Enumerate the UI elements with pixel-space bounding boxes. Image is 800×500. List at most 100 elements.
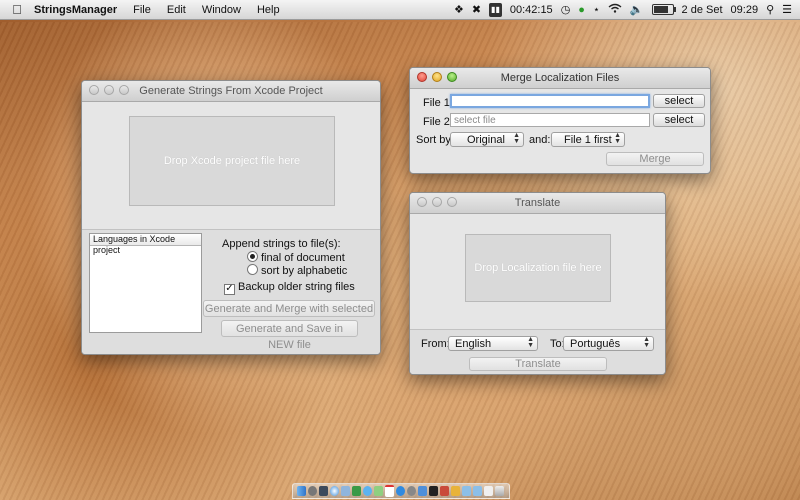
dropzone-label: Drop Xcode project file here bbox=[163, 155, 301, 167]
xcode-project-dropzone[interactable]: Drop Xcode project file here bbox=[129, 116, 335, 206]
generate-save-button[interactable]: Generate and Save in NEW file bbox=[221, 320, 358, 351]
from-language-popup[interactable]: English ▲ ▼ bbox=[448, 336, 538, 351]
menu-window[interactable]: Window bbox=[194, 4, 249, 16]
dropbox-icon[interactable]: ❖ bbox=[454, 3, 464, 17]
zoom-icon[interactable] bbox=[447, 72, 457, 82]
radio-final-document[interactable]: final of document bbox=[247, 251, 345, 264]
order-popup[interactable]: File 1 first ▲ ▼ bbox=[551, 132, 625, 147]
file2-field[interactable] bbox=[450, 113, 650, 127]
sort-by-value: Original bbox=[467, 134, 505, 146]
minimize-icon[interactable] bbox=[104, 85, 114, 95]
popup-arrows-icon: ▲ ▼ bbox=[513, 132, 520, 145]
radio-sort-alphabetic[interactable]: sort by alphabetic bbox=[247, 264, 347, 277]
localization-dropzone[interactable]: Drop Localization file here bbox=[465, 234, 611, 302]
sort-by-popup[interactable]: Original ▲ ▼ bbox=[450, 132, 524, 147]
app-icon[interactable] bbox=[451, 486, 460, 496]
generate-window-title: Generate Strings From Xcode Project bbox=[139, 85, 323, 97]
facetime-icon[interactable] bbox=[352, 486, 361, 496]
file2-input[interactable] bbox=[454, 114, 649, 127]
menu-help[interactable]: Help bbox=[249, 4, 288, 16]
green-status-icon[interactable]: ● bbox=[578, 3, 585, 17]
cpu-meter-icon[interactable]: ▮▮ bbox=[489, 2, 502, 17]
close-icon[interactable] bbox=[417, 72, 427, 82]
to-language-value: Português bbox=[570, 338, 621, 350]
mission-control-icon[interactable] bbox=[319, 486, 328, 496]
translate-window-title: Translate bbox=[514, 197, 561, 209]
select-file1-label: select bbox=[664, 95, 694, 107]
checkmark-icon[interactable]: ✓ bbox=[224, 284, 235, 295]
wifi-icon[interactable] bbox=[608, 3, 622, 17]
bluetooth-icon[interactable]: ⋆ bbox=[593, 3, 600, 17]
system-preferences-icon[interactable] bbox=[407, 486, 416, 496]
select-file2-button[interactable]: select bbox=[653, 113, 705, 127]
battery-icon[interactable] bbox=[651, 4, 676, 15]
generate-window-titlebar[interactable]: Generate Strings From Xcode Project bbox=[82, 81, 380, 102]
apple-logo-icon[interactable]:  bbox=[6, 2, 28, 17]
time-readout[interactable]: 09:29 bbox=[731, 3, 759, 17]
launchpad-icon[interactable] bbox=[308, 486, 317, 496]
status-area: ❖ ✖ ▮▮ 00:42:15 ◷ ● ⋆ 🔈 2 de Set 09:29 ⚲… bbox=[454, 2, 800, 17]
merge-button[interactable]: Merge bbox=[606, 152, 704, 166]
minimize-icon[interactable] bbox=[432, 72, 442, 82]
folder-icon[interactable] bbox=[462, 486, 471, 496]
spotlight-search-icon[interactable]: ⚲ bbox=[766, 3, 774, 17]
translate-window-titlebar[interactable]: Translate bbox=[410, 193, 665, 214]
backup-label: Backup older string files bbox=[238, 281, 355, 293]
languages-list-header[interactable]: Languages in Xcode project bbox=[90, 234, 201, 255]
zoom-icon[interactable] bbox=[447, 197, 457, 207]
window-controls bbox=[417, 72, 457, 82]
file1-label: File 1: bbox=[423, 97, 453, 109]
app-icon[interactable] bbox=[440, 486, 449, 496]
xcode-status-icon[interactable]: ✖ bbox=[472, 3, 481, 17]
generate-strings-window: Generate Strings From Xcode Project Drop… bbox=[81, 80, 381, 355]
calendar-icon[interactable] bbox=[385, 485, 394, 497]
mail-icon[interactable] bbox=[341, 486, 350, 496]
minimize-icon[interactable] bbox=[432, 197, 442, 207]
languages-list[interactable]: Languages in Xcode project bbox=[89, 233, 202, 333]
select-file2-label: select bbox=[664, 114, 694, 126]
to-language-popup[interactable]: Português ▲ ▼ bbox=[563, 336, 654, 351]
menu-file[interactable]: File bbox=[125, 4, 159, 16]
time-machine-icon[interactable]: ◷ bbox=[561, 3, 571, 17]
radio-final-label: final of document bbox=[261, 252, 345, 264]
popup-arrows-icon: ▲ ▼ bbox=[643, 336, 650, 349]
close-icon[interactable] bbox=[89, 85, 99, 95]
file1-input[interactable] bbox=[455, 96, 648, 109]
translate-button-label: Translate bbox=[515, 358, 561, 370]
timer-readout[interactable]: 00:42:15 bbox=[510, 3, 553, 17]
finder-icon[interactable] bbox=[297, 486, 306, 496]
backup-checkbox[interactable]: ✓ Backup older string files bbox=[224, 281, 355, 295]
from-language-value: English bbox=[455, 338, 492, 350]
merge-button-label: Merge bbox=[639, 153, 671, 165]
sort-by-label: Sort by: bbox=[416, 134, 454, 146]
window-controls bbox=[417, 197, 457, 207]
from-label: From: bbox=[421, 338, 450, 350]
radio-alpha-label: sort by alphabetic bbox=[261, 265, 348, 277]
notification-list-icon[interactable]: ☰ bbox=[782, 3, 792, 17]
terminal-icon[interactable] bbox=[429, 486, 438, 496]
merge-window-title: Merge Localization Files bbox=[500, 72, 620, 84]
maps-icon[interactable] bbox=[374, 486, 383, 496]
xcode-icon[interactable] bbox=[418, 486, 427, 496]
merge-window-titlebar[interactable]: Merge Localization Files bbox=[410, 68, 710, 89]
zoom-icon[interactable] bbox=[119, 85, 129, 95]
menu-app-name[interactable]: StringsManager bbox=[28, 4, 125, 16]
volume-icon[interactable]: 🔈 bbox=[630, 3, 644, 17]
select-file1-button[interactable]: select bbox=[653, 94, 705, 108]
app-store-icon[interactable] bbox=[396, 486, 405, 496]
dock bbox=[292, 483, 510, 499]
document-icon[interactable] bbox=[484, 486, 493, 496]
translate-button[interactable]: Translate bbox=[469, 357, 607, 371]
append-strings-label: Append strings to file(s): bbox=[222, 238, 341, 250]
file1-field[interactable] bbox=[450, 94, 650, 109]
messages-icon[interactable] bbox=[363, 486, 372, 496]
date-readout[interactable]: 2 de Set bbox=[682, 3, 723, 17]
menu-edit[interactable]: Edit bbox=[159, 4, 194, 16]
close-icon[interactable] bbox=[417, 197, 427, 207]
folder-icon[interactable] bbox=[473, 486, 482, 496]
safari-icon[interactable] bbox=[330, 486, 339, 496]
radio-button[interactable] bbox=[247, 264, 258, 275]
generate-merge-button[interactable]: Generate and Merge with selected files bbox=[203, 300, 375, 331]
radio-button-selected[interactable] bbox=[247, 251, 258, 262]
trash-icon[interactable] bbox=[495, 486, 504, 496]
